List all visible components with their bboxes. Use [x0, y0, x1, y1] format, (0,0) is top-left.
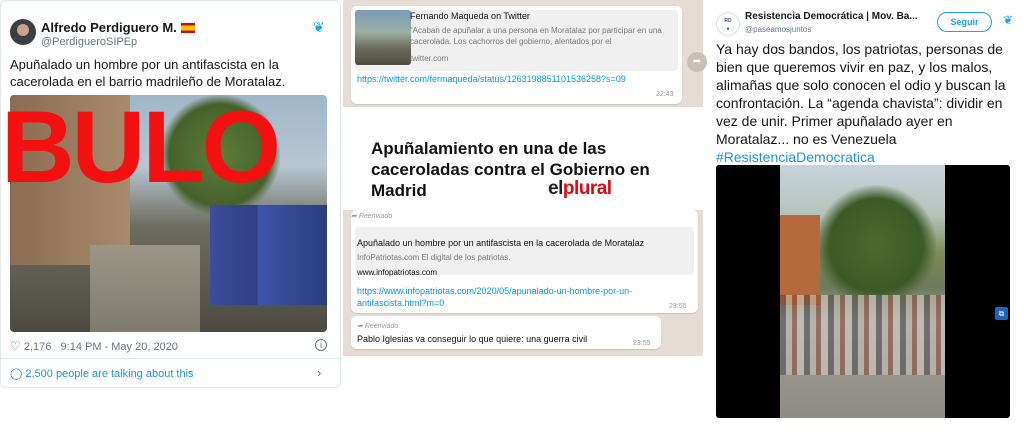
follow-button[interactable]: Seguir	[937, 12, 992, 32]
share-icon[interactable]: ➦	[687, 52, 707, 72]
message-time: 23:55	[633, 340, 651, 347]
message-bubble-3[interactable]	[351, 316, 661, 349]
talking-link[interactable]: ◯ 2,500 people are talking about this	[10, 367, 194, 380]
info-icon[interactable]: i	[315, 339, 327, 351]
heart-icon[interactable]: ♡	[10, 339, 21, 353]
tweet-text: Ya hay dos bandos, los patriotas, person…	[716, 41, 1006, 165]
chevron-right-icon[interactable]: ›	[317, 365, 321, 380]
divider	[1, 358, 342, 359]
video-crowd	[780, 295, 945, 375]
photo-bins	[210, 205, 327, 305]
message-link[interactable]: https://twitter.com/fermaqueda/status/12…	[357, 74, 626, 84]
preview-title: Fernando Maqueda on Twitter	[410, 11, 530, 21]
hashtag-link[interactable]: #ResistenciaDemocratica	[716, 149, 875, 165]
tweet-card-left: Alfredo Perdiguero M. @PerdigueroSIPEp ❦…	[0, 0, 342, 388]
video-building	[780, 215, 820, 305]
comment-icon: ◯	[10, 368, 23, 380]
expand-icon[interactable]: ⧉	[995, 307, 1008, 320]
preview-domain: twitter.com	[410, 54, 449, 63]
timestamp[interactable]: 9:14 PM - May 20, 2020	[61, 341, 178, 353]
twitter-bird-icon[interactable]: ❦	[1003, 13, 1013, 27]
video-trees	[816, 185, 936, 295]
avatar[interactable]: RD ●	[716, 12, 740, 36]
elplural-logo: elplural	[548, 178, 612, 199]
whatsapp-chat: Fernando Maqueda on Twitter “Acaban de a…	[343, 0, 707, 356]
message-time: 22:43	[656, 91, 674, 98]
like-count: 2,176	[23, 341, 52, 353]
preview-description: “Acaban de apuñalar a una persona en Mor…	[410, 26, 662, 46]
tweet-text: Apuñalado un hombre por un antifascista …	[10, 57, 286, 89]
spain-flag-icon	[180, 23, 195, 33]
preview-title: Apuñalado un hombre por un antifascista …	[357, 238, 645, 248]
author-handle[interactable]: @paseamosjuntos	[745, 25, 811, 34]
twitter-bird-icon[interactable]: ❦	[313, 19, 325, 36]
message-link[interactable]: https://www.infopatriotas.com/2020/05/ap…	[357, 285, 687, 309]
tweet-meta: ♡ 2,176 9:14 PM - May 20, 2020	[10, 339, 178, 353]
tweet-card-right: RD ● Resistencia Democrática | Mov. Ba...…	[707, 0, 1024, 432]
bulo-stamp: BULO	[1, 90, 281, 204]
message-text: Pablo Iglesias va conseguir lo que quier…	[357, 334, 588, 344]
author-name[interactable]: Resistencia Democrática | Mov. Ba...	[745, 11, 918, 22]
preview-domain: www.infopatriotas.com	[357, 268, 438, 277]
message-time: 23:55	[669, 303, 687, 310]
photo-planter	[90, 245, 200, 332]
preview-description: InfoPatriotas.com El digital de los patr…	[357, 253, 511, 262]
author-handle[interactable]: @PerdigueroSIPEp	[41, 36, 137, 48]
avatar[interactable]	[10, 19, 36, 45]
preview-thumbnail	[355, 10, 411, 65]
news-headline: Apuñalamiento en una de las caceroladas …	[371, 139, 650, 200]
author-name[interactable]: Alfredo Perdiguero M.	[41, 20, 195, 35]
forwarded-label: ➦ Reenviado	[357, 323, 399, 330]
forwarded-label: ➦ Reenviado	[351, 213, 393, 220]
tweet-video[interactable]	[716, 165, 1010, 418]
